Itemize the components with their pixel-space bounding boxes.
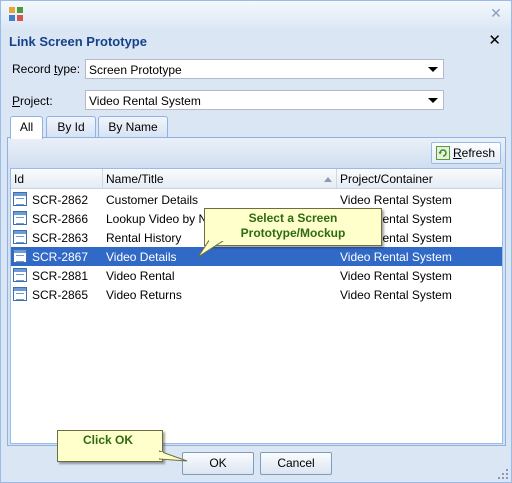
- project-label: Project:: [12, 94, 53, 108]
- ok-button[interactable]: OK: [182, 452, 254, 475]
- table-row[interactable]: SCR-2862 Customer Details Video Rental S…: [11, 190, 502, 209]
- column-header-id[interactable]: Id: [11, 169, 103, 189]
- tab-strip: All By Id By Name: [10, 116, 504, 139]
- row-name: Video Returns: [106, 288, 182, 302]
- column-header-project[interactable]: Project/Container: [337, 169, 502, 189]
- screen-prototype-icon: [13, 192, 27, 206]
- project-value: Video Rental System: [89, 94, 201, 108]
- dialog-close-icon[interactable]: ✕: [488, 33, 501, 49]
- table-row-selected[interactable]: SCR-2867 Video Details Video Rental Syst…: [11, 247, 502, 266]
- grid-toolbar: Refresh: [8, 138, 505, 168]
- click-ok-callout: Click OK: [57, 430, 163, 462]
- table-row[interactable]: SCR-2881 Video Rental Video Rental Syste…: [11, 266, 502, 285]
- window-close-icon[interactable]: ✕: [489, 6, 503, 20]
- table-row[interactable]: SCR-2865 Video Returns Video Rental Syst…: [11, 285, 502, 304]
- app-icon: [9, 7, 23, 21]
- row-project: Video Rental System: [340, 250, 452, 264]
- row-id: SCR-2881: [32, 269, 89, 283]
- refresh-button[interactable]: Refresh: [431, 142, 501, 164]
- callout-pointer: [159, 450, 188, 462]
- chevron-down-icon: [428, 67, 438, 72]
- refresh-icon: [436, 146, 450, 160]
- window-top-bar: ✕: [1, 1, 511, 28]
- cancel-button[interactable]: Cancel: [260, 452, 332, 475]
- row-id: SCR-2863: [32, 231, 89, 245]
- resize-grip-icon[interactable]: [498, 469, 508, 479]
- tab-by-id[interactable]: By Id: [46, 116, 96, 138]
- screen-prototype-icon: [13, 287, 27, 301]
- project-select[interactable]: Video Rental System: [85, 90, 444, 110]
- tab-by-name[interactable]: By Name: [98, 116, 168, 138]
- dialog-window: ✕ Link Screen Prototype ✕ Record type: S…: [0, 0, 512, 483]
- refresh-label: Refresh: [453, 146, 496, 160]
- row-id: SCR-2867: [32, 250, 102, 264]
- row-name: Customer Details: [106, 193, 199, 207]
- tab-panel: Refresh Id Name/Title Project/Container …: [7, 137, 506, 446]
- row-id: SCR-2865: [32, 288, 89, 302]
- row-project: Video Rental System: [340, 288, 452, 302]
- screen-prototype-icon: [13, 268, 27, 282]
- record-type-label: Record type:: [12, 62, 81, 76]
- tab-all[interactable]: All: [10, 116, 43, 139]
- row-id: SCR-2862: [32, 193, 89, 207]
- column-header-name[interactable]: Name/Title: [103, 169, 337, 189]
- chevron-down-icon: [428, 98, 438, 103]
- row-project: Video Rental System: [340, 193, 452, 207]
- record-type-select[interactable]: Screen Prototype: [85, 59, 444, 79]
- screen-prototype-icon: [13, 249, 27, 263]
- column-header-name-label: Name/Title: [106, 172, 164, 186]
- row-name: Video Rental: [106, 269, 175, 283]
- row-id: SCR-2866: [32, 212, 89, 226]
- callout-pointer: [197, 239, 227, 258]
- dialog-title: Link Screen Prototype: [9, 34, 147, 49]
- callout-line: Select a Screen: [248, 211, 338, 225]
- sort-ascending-icon: [324, 177, 332, 182]
- record-type-value: Screen Prototype: [89, 63, 182, 77]
- grid-header: Id Name/Title Project/Container: [11, 169, 502, 189]
- screen-prototype-icon: [13, 230, 27, 244]
- row-project: Video Rental System: [340, 269, 452, 283]
- screen-prototype-icon: [13, 211, 27, 225]
